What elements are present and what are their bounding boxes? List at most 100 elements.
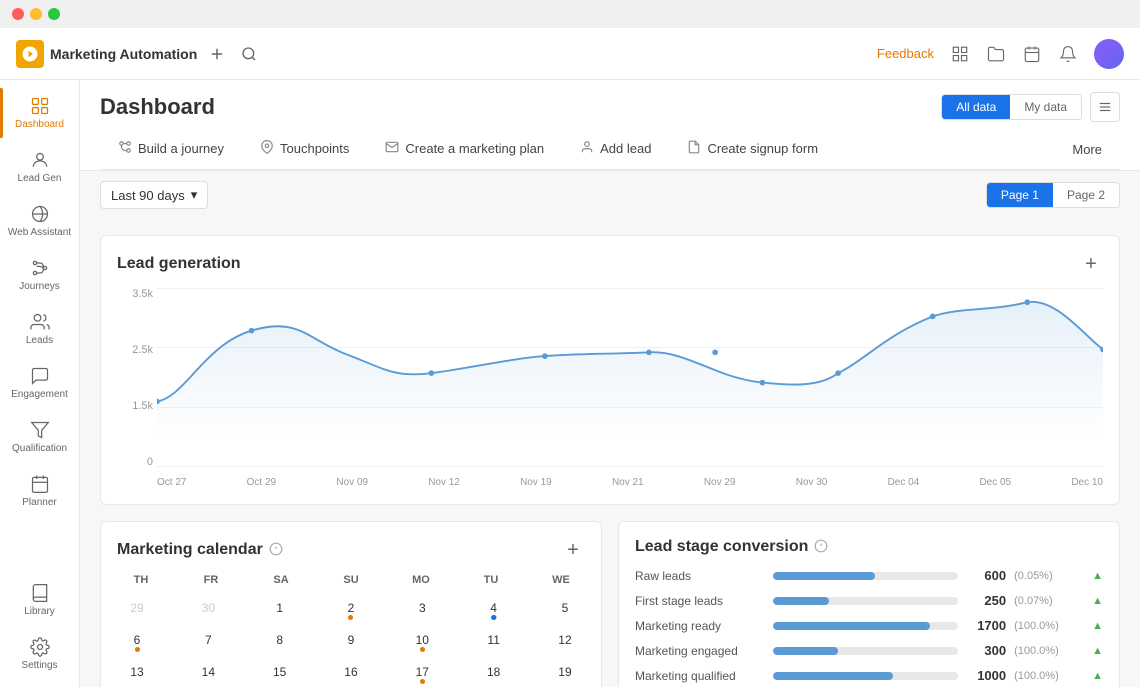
cal-cell-3[interactable]: 3 bbox=[402, 594, 442, 622]
action-marketing-plan[interactable]: Create a marketing plan bbox=[367, 130, 562, 169]
cal-cell-18[interactable]: 18 bbox=[474, 658, 514, 686]
calendar-day-headers: TH FR SA SU MO TU WE bbox=[117, 574, 585, 586]
marketing-calendar-info-icon[interactable] bbox=[269, 542, 283, 559]
cal-cell-11[interactable]: 11 bbox=[474, 626, 514, 654]
date-filter-label: Last 90 days bbox=[111, 188, 185, 203]
first-stage-count: 250 bbox=[966, 593, 1006, 608]
title-bar bbox=[0, 0, 1140, 28]
user-avatar[interactable] bbox=[1094, 39, 1124, 69]
calendar-grid: TH FR SA SU MO TU WE 29 30 1 bbox=[117, 574, 585, 687]
first-stage-bar bbox=[773, 597, 958, 605]
more-button[interactable]: More bbox=[1054, 132, 1120, 167]
marketing-calendar-title-row: Marketing calendar bbox=[117, 541, 283, 559]
sidebar-label-qualification: Qualification bbox=[12, 443, 67, 454]
dashboard-header: Dashboard All data My data Build a journ… bbox=[80, 80, 1140, 171]
lead-stage-title-row: Lead stage conversion bbox=[635, 538, 828, 556]
signup-form-label: Create signup form bbox=[707, 141, 818, 156]
action-touchpoints[interactable]: Touchpoints bbox=[242, 130, 367, 169]
cal-cell-7[interactable]: 7 bbox=[188, 626, 228, 654]
cal-cell-14[interactable]: 14 bbox=[188, 658, 228, 686]
cal-cell-12[interactable]: 12 bbox=[545, 626, 585, 654]
sidebar-label-leads: Leads bbox=[26, 335, 53, 346]
grid-line-4 bbox=[157, 466, 1103, 467]
sidebar-item-leads[interactable]: Leads bbox=[4, 304, 76, 354]
sidebar-item-wrapper-library: Library bbox=[0, 575, 80, 625]
cal-header-sa: SA bbox=[261, 574, 301, 586]
date-filter-dropdown[interactable]: Last 90 days ▾ bbox=[100, 181, 208, 209]
maximize-btn[interactable] bbox=[48, 8, 60, 20]
y-label-35k: 3.5k bbox=[117, 288, 153, 300]
journeys-icon bbox=[30, 258, 50, 278]
lead-stage-row-ready: Marketing ready 1700 (100.0%) ▲ bbox=[635, 618, 1103, 633]
marketing-engaged-bar bbox=[773, 647, 958, 655]
data-toggle: All data My data bbox=[941, 94, 1082, 120]
cal-cell-29-prev[interactable]: 29 bbox=[117, 594, 157, 622]
cal-cell-19[interactable]: 19 bbox=[545, 658, 585, 686]
cal-cell-9[interactable]: 9 bbox=[331, 626, 371, 654]
sidebar-label-settings: Settings bbox=[21, 660, 57, 671]
cal-cell-6[interactable]: 6 bbox=[117, 626, 157, 654]
first-stage-fill bbox=[773, 597, 829, 605]
tasks-icon[interactable] bbox=[950, 44, 970, 64]
build-journey-label: Build a journey bbox=[138, 141, 224, 156]
cal-cell-4[interactable]: 4 bbox=[474, 594, 514, 622]
lead-stage-conversion-card: Lead stage conversion Raw leads 600 bbox=[618, 521, 1120, 687]
sidebar-item-lead-gen[interactable]: Lead Gen bbox=[4, 142, 76, 192]
cal-cell-10[interactable]: 10 bbox=[402, 626, 442, 654]
sidebar-item-dashboard[interactable]: Dashboard bbox=[4, 88, 76, 138]
sidebar-item-web-assistant[interactable]: Web Assistant bbox=[4, 196, 76, 246]
sidebar-item-wrapper-journeys: Journeys bbox=[0, 250, 80, 300]
action-build-journey[interactable]: Build a journey bbox=[100, 130, 242, 169]
cal-cell-13[interactable]: 13 bbox=[117, 658, 157, 686]
cal-cell-15[interactable]: 15 bbox=[260, 658, 300, 686]
cal-row-3: 13 14 15 16 17 18 19 bbox=[117, 658, 585, 686]
folder-icon[interactable] bbox=[986, 44, 1006, 64]
cal-cell-5[interactable]: 5 bbox=[545, 594, 585, 622]
sidebar-item-wrapper-web-assistant: Web Assistant bbox=[0, 196, 80, 246]
touchpoints-label: Touchpoints bbox=[280, 141, 349, 156]
page1-button[interactable]: Page 1 bbox=[987, 183, 1053, 207]
sidebar-item-qualification[interactable]: Qualification bbox=[4, 412, 76, 462]
cal-cell-16[interactable]: 16 bbox=[331, 658, 371, 686]
lead-stage-info-icon[interactable] bbox=[814, 539, 828, 556]
cal-cell-1[interactable]: 1 bbox=[260, 594, 300, 622]
search-button[interactable] bbox=[237, 42, 261, 66]
calendar-icon[interactable] bbox=[1022, 44, 1042, 64]
sidebar-item-journeys[interactable]: Journeys bbox=[4, 250, 76, 300]
sidebar-label-planner: Planner bbox=[22, 497, 56, 508]
feedback-button[interactable]: Feedback bbox=[877, 46, 934, 61]
library-icon bbox=[30, 583, 50, 603]
cal-cell-30-prev[interactable]: 30 bbox=[188, 594, 228, 622]
lead-gen-add-button[interactable]: + bbox=[1079, 252, 1103, 276]
action-create-signup-form[interactable]: Create signup form bbox=[669, 130, 836, 169]
notifications-icon[interactable] bbox=[1058, 44, 1078, 64]
x-label-nov19: Nov 19 bbox=[520, 477, 552, 488]
all-data-btn[interactable]: All data bbox=[942, 95, 1010, 119]
minimize-btn[interactable] bbox=[30, 8, 42, 20]
sidebar-item-planner[interactable]: Planner bbox=[4, 466, 76, 516]
marketing-plan-label: Create a marketing plan bbox=[405, 141, 544, 156]
cal-row-2: 6 7 8 9 10 11 12 bbox=[117, 626, 585, 654]
marketing-calendar-title: Marketing calendar bbox=[117, 541, 263, 559]
add-button[interactable] bbox=[205, 42, 229, 66]
action-add-lead[interactable]: Add lead bbox=[562, 130, 669, 169]
my-data-btn[interactable]: My data bbox=[1010, 95, 1081, 119]
page2-button[interactable]: Page 2 bbox=[1053, 183, 1119, 207]
signup-form-icon bbox=[687, 140, 701, 157]
cal-cell-17[interactable]: 17 bbox=[402, 658, 442, 686]
sidebar-label-library: Library bbox=[24, 606, 55, 617]
marketing-calendar-add-btn[interactable]: + bbox=[561, 538, 585, 562]
sidebar-item-library[interactable]: Library bbox=[4, 575, 76, 625]
cal-cell-2[interactable]: 2 bbox=[331, 594, 371, 622]
touchpoints-icon bbox=[260, 140, 274, 157]
close-btn[interactable] bbox=[12, 8, 24, 20]
cal-header-tu: TU bbox=[471, 574, 511, 586]
marketing-engaged-label: Marketing engaged bbox=[635, 644, 765, 658]
sidebar-item-engagement[interactable]: Engagement bbox=[4, 358, 76, 408]
chart-view-button[interactable] bbox=[1090, 92, 1120, 122]
add-lead-label: Add lead bbox=[600, 141, 651, 156]
first-stage-arrow: ▲ bbox=[1092, 595, 1103, 607]
sidebar-item-settings[interactable]: Settings bbox=[4, 629, 76, 679]
y-axis-labels: 3.5k 2.5k 1.5k 0 bbox=[117, 288, 153, 468]
cal-cell-8[interactable]: 8 bbox=[260, 626, 300, 654]
